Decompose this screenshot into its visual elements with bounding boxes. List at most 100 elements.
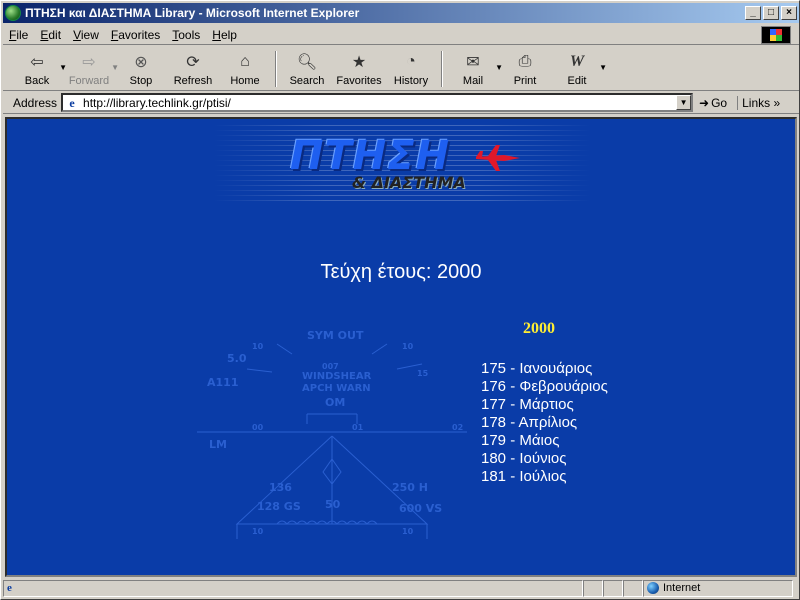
menu-view-label: iew bbox=[80, 27, 99, 42]
menu-tools[interactable]: Tools bbox=[166, 28, 206, 42]
links-label: Links bbox=[742, 95, 771, 110]
address-url[interactable]: http://library.techlink.gr/ptisi/ bbox=[83, 96, 231, 110]
close-button[interactable]: × bbox=[781, 6, 797, 20]
menu-favorites-label: avorites bbox=[118, 27, 161, 42]
issue-link[interactable]: 180 - Ιούνιος bbox=[481, 450, 608, 468]
windows-logo-icon bbox=[761, 26, 791, 44]
mail-button[interactable]: ✉ Mail ▼ bbox=[447, 49, 503, 89]
hud-sym-out: SYM OUT bbox=[307, 329, 364, 342]
links-button[interactable]: Links » bbox=[737, 95, 784, 110]
page-done-icon: e bbox=[7, 582, 12, 594]
page-icon: e bbox=[69, 95, 75, 110]
hud-n15: 15 bbox=[417, 369, 429, 378]
browser-window: ΠΤΗΣΗ και ΔΙΑΣΤΗΜΑ Library - Microsoft I… bbox=[0, 0, 800, 600]
back-arrow-icon: ⇦ bbox=[30, 54, 44, 71]
search-label: Search bbox=[289, 75, 325, 87]
site-banner[interactable]: ΠΤΗΣΗ & ΔΙΑΣΤΗΜΑ bbox=[212, 123, 592, 201]
go-arrow-icon: ➜ bbox=[699, 95, 710, 110]
issue-link[interactable]: 178 - Απρίλιος bbox=[481, 414, 608, 432]
stop-button[interactable]: ⊗ Stop bbox=[115, 49, 167, 89]
hud-n128gs: 128 GS bbox=[257, 500, 301, 513]
go-label: Go bbox=[711, 95, 728, 110]
page-content: ΠΤΗΣΗ & ΔΙΑΣΤΗΜΑ Τεύχη έτους: 2000 SYM O… bbox=[5, 117, 797, 577]
menu-file-label: ile bbox=[16, 27, 29, 42]
menu-help-key: H bbox=[212, 27, 221, 42]
history-label: History bbox=[393, 75, 429, 87]
hud-windshear: WINDSHEAR bbox=[302, 371, 372, 382]
zone-label: Internet bbox=[663, 582, 701, 594]
hud-n10c: 10 bbox=[252, 527, 264, 536]
menu-help[interactable]: Help bbox=[206, 28, 243, 42]
hud-n10d: 10 bbox=[402, 527, 414, 536]
refresh-button[interactable]: ⟳ Refresh bbox=[167, 49, 219, 89]
menu-edit[interactable]: Edit bbox=[34, 28, 67, 42]
page-heading: Τεύχη έτους: 2000 bbox=[320, 261, 482, 283]
print-button[interactable]: ⎙ Print bbox=[499, 49, 551, 89]
print-icon: ⎙ bbox=[518, 53, 532, 70]
back-button[interactable]: ⇦ Back ▼ bbox=[11, 49, 67, 89]
status-pane bbox=[583, 579, 603, 597]
toolbar-separator bbox=[275, 51, 277, 87]
forward-button[interactable]: ⇨ Forward ▼ bbox=[63, 49, 119, 89]
favorites-icon: ★ bbox=[351, 54, 367, 71]
menu-view-key: V bbox=[73, 27, 81, 42]
hud-n01: 01 bbox=[352, 423, 364, 432]
hud-n10a: 10 bbox=[252, 342, 264, 351]
address-input[interactable]: e http://library.techlink.gr/ptisi/ ▼ bbox=[61, 93, 694, 112]
search-button[interactable]: 🔍︎ Search bbox=[281, 49, 333, 89]
issue-link[interactable]: 181 - Ιούλιος bbox=[481, 468, 608, 486]
security-zone: Internet bbox=[643, 579, 793, 597]
home-icon: ⌂ bbox=[240, 53, 250, 70]
status-pane bbox=[623, 579, 643, 597]
stop-icon: ⊗ bbox=[134, 54, 148, 71]
window-title: ΠΤΗΣΗ και ΔΙΑΣΤΗΜΑ Library - Microsoft I… bbox=[25, 6, 360, 20]
internet-globe-icon bbox=[647, 582, 659, 594]
history-button[interactable]: ◔ History bbox=[385, 49, 437, 89]
menu-bar: File Edit View Favorites Tools Help bbox=[3, 25, 799, 45]
hud-n007: 007 bbox=[322, 362, 339, 371]
favorites-button[interactable]: ★ Favorites bbox=[333, 49, 385, 89]
minimize-button[interactable]: _ bbox=[745, 6, 761, 20]
address-bar: Address e http://library.techlink.gr/pti… bbox=[3, 92, 799, 114]
refresh-label: Refresh bbox=[173, 75, 213, 87]
fighter-jet-icon bbox=[476, 145, 520, 171]
mail-label: Mail bbox=[462, 75, 484, 87]
go-button[interactable]: ➜ Go bbox=[693, 96, 733, 110]
issue-link[interactable]: 176 - Φεβρουάριος bbox=[481, 378, 608, 396]
issue-link[interactable]: 177 - Μάρτιος bbox=[481, 396, 608, 414]
refresh-icon: ⟳ bbox=[186, 54, 200, 71]
menu-favorites[interactable]: Favorites bbox=[105, 28, 166, 42]
toolbar-separator bbox=[441, 51, 443, 87]
hud-n10b: 10 bbox=[402, 342, 414, 351]
chevron-right-icon: » bbox=[773, 95, 781, 110]
hud-background-graphic: SYM OUT 10 10 5.0 007 WINDSHEAR 15 A111 … bbox=[197, 329, 467, 539]
hud-a111: A111 bbox=[207, 376, 238, 389]
status-main: e bbox=[3, 579, 583, 597]
history-icon: ◔ bbox=[406, 53, 416, 70]
edit-label: Edit bbox=[567, 75, 587, 87]
hud-n50: 50 bbox=[325, 498, 341, 511]
forward-label: Forward bbox=[68, 75, 110, 87]
address-dropdown-icon[interactable]: ▼ bbox=[676, 95, 692, 110]
edit-button[interactable]: W Edit ▼ bbox=[551, 49, 607, 89]
edit-dropdown-icon[interactable]: ▼ bbox=[599, 63, 607, 72]
maximize-button[interactable]: □ bbox=[763, 6, 779, 20]
issues-list: 175 - Ιανουάριος 176 - Φεβρουάριος 177 -… bbox=[481, 360, 608, 486]
back-label: Back bbox=[24, 75, 50, 87]
hud-val-50: 5.0 bbox=[227, 352, 247, 365]
issue-link[interactable]: 175 - Ιανουάριος bbox=[481, 360, 608, 378]
year-title: 2000 bbox=[523, 320, 555, 337]
title-bar[interactable]: ΠΤΗΣΗ και ΔΙΑΣΤΗΜΑ Library - Microsoft I… bbox=[3, 3, 799, 23]
standard-toolbar: ⇦ Back ▼ ⇨ Forward ▼ ⊗ Stop ⟳ Refresh ⌂ … bbox=[3, 47, 799, 91]
home-button[interactable]: ⌂ Home bbox=[219, 49, 271, 89]
status-bar: e Internet bbox=[3, 578, 799, 598]
hud-om: OM bbox=[325, 396, 345, 409]
menu-help-label: elp bbox=[220, 27, 237, 42]
home-label: Home bbox=[230, 75, 260, 87]
issue-link[interactable]: 179 - Μάιος bbox=[481, 432, 608, 450]
stop-label: Stop bbox=[129, 75, 153, 87]
mail-icon: ✉ bbox=[466, 54, 480, 71]
menu-view[interactable]: View bbox=[67, 28, 105, 42]
menu-file[interactable]: File bbox=[3, 28, 34, 42]
menu-tools-label: ools bbox=[178, 27, 201, 42]
